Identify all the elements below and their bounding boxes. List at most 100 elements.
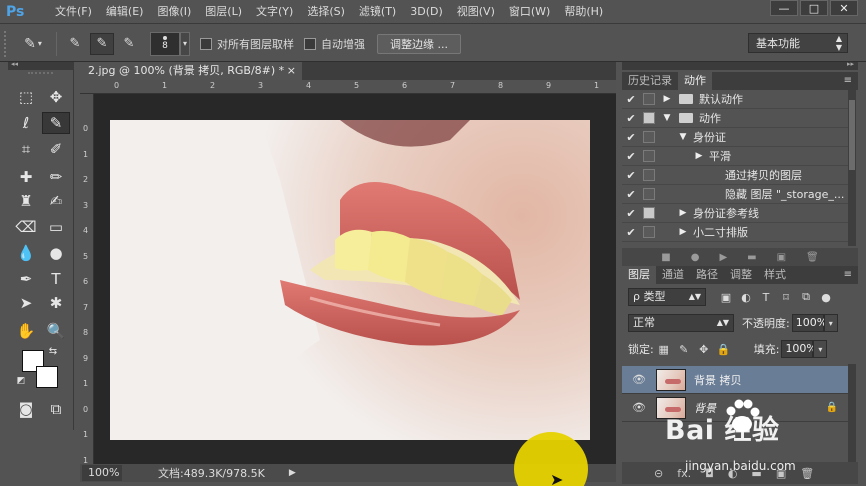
gradient-tool-icon[interactable]: ▭	[42, 216, 70, 238]
move-tool-icon[interactable]: ✥	[42, 86, 70, 108]
new-set-icon[interactable]: ▬	[747, 252, 756, 263]
dialog-toggle-box[interactable]	[643, 188, 655, 200]
panel-collapse-bar[interactable]: ▸▸	[622, 60, 858, 70]
zoom-field[interactable]: 100%	[82, 465, 122, 481]
lock-position-icon[interactable]: ✥	[694, 340, 714, 358]
new-selection-button[interactable]: ✎	[63, 33, 87, 55]
hand-tool-icon[interactable]: ✋	[12, 320, 40, 342]
clone-stamp-tool-icon[interactable]: ♜	[12, 190, 40, 212]
lock-all-icon[interactable]: 🔒	[714, 340, 734, 358]
play-icon[interactable]: ▶	[719, 252, 727, 263]
visibility-eye-icon[interactable]: 👁	[628, 373, 650, 386]
brush-size-picker[interactable]: 8	[150, 31, 180, 56]
dialog-toggle-box[interactable]	[643, 226, 655, 238]
menu-item[interactable]: 视图(V)	[450, 0, 502, 24]
tab-adjustments[interactable]: 调整	[724, 266, 758, 284]
tab-layers[interactable]: 图层	[622, 266, 656, 284]
expand-triangle-right-icon[interactable]: ▶	[693, 151, 705, 161]
menu-item[interactable]: 图像(I)	[150, 0, 198, 24]
blur-tool-icon[interactable]: 💧	[12, 242, 40, 264]
sample-all-layers-option[interactable]: 对所有图层取样	[200, 36, 294, 52]
add-selection-button[interactable]: ✎	[90, 32, 114, 55]
maximize-button[interactable]: □	[800, 0, 828, 16]
lock-image-icon[interactable]: ✎	[674, 340, 694, 358]
type-tool-icon[interactable]: T	[42, 268, 70, 290]
filter-toggle-icon[interactable]: ●	[816, 288, 836, 306]
layer-row[interactable]: 👁 背景 拷贝	[622, 366, 848, 394]
shape-tool-icon[interactable]: ✱	[42, 292, 70, 314]
action-item[interactable]: ✔ ▶ 平滑	[622, 147, 848, 166]
filter-adjustment-icon[interactable]: ◐	[736, 288, 756, 306]
checkmark-icon[interactable]: ✔	[622, 207, 640, 220]
minimize-button[interactable]: —	[770, 0, 798, 16]
filter-shape-icon[interactable]: ⌑	[776, 288, 796, 306]
action-item[interactable]: ✔ ▶ 默认动作	[622, 90, 848, 109]
tab-history[interactable]: 历史记录	[622, 72, 678, 90]
layers-panel-menu-icon[interactable]: ≡	[844, 266, 852, 284]
opacity-slider-toggle[interactable]: ▾	[823, 314, 838, 332]
history-brush-tool-icon[interactable]: ✍	[42, 190, 70, 212]
checkmark-icon[interactable]: ✔	[622, 112, 640, 125]
link-layers-icon[interactable]: ⊝	[654, 467, 663, 480]
dialog-toggle-box[interactable]	[643, 150, 655, 162]
expand-triangle-down-icon[interactable]: ▼	[661, 113, 673, 123]
menu-item[interactable]: 选择(S)	[300, 0, 352, 24]
lock-transparent-icon[interactable]: ▦	[654, 340, 674, 358]
brush-tool-icon[interactable]: ✏	[42, 166, 70, 188]
quick-selection-tool-icon[interactable]: ✎	[42, 112, 70, 134]
sample-all-layers-checkbox[interactable]	[200, 37, 212, 50]
brush-size-dropdown[interactable]: ▾	[180, 31, 190, 56]
checkmark-icon[interactable]: ✔	[622, 131, 640, 144]
blend-mode-select[interactable]: 正常 ▲▼	[628, 314, 734, 332]
tab-styles[interactable]: 样式	[758, 266, 792, 284]
opacity-field[interactable]: 100%	[791, 314, 827, 332]
filter-type-icon[interactable]: T	[756, 288, 776, 306]
filter-pixel-icon[interactable]: ▣	[716, 288, 736, 306]
visibility-eye-icon[interactable]: 👁	[628, 401, 650, 414]
menu-item[interactable]: 文件(F)	[48, 0, 99, 24]
dodge-tool-icon[interactable]: ●	[42, 242, 70, 264]
new-action-icon[interactable]: ▣	[777, 252, 786, 263]
expand-triangle-right-icon[interactable]: ▶	[661, 94, 673, 104]
stop-icon[interactable]: ■	[661, 252, 670, 263]
checkmark-icon[interactable]: ✔	[622, 188, 640, 201]
marquee-tool-icon[interactable]: ⬚	[12, 86, 40, 108]
tab-paths[interactable]: 路径	[690, 266, 724, 284]
action-item[interactable]: ✔ 隐藏 图层 "_storage_...	[622, 185, 848, 204]
menu-item[interactable]: 图层(L)	[198, 0, 249, 24]
dialog-toggle-box[interactable]	[643, 207, 655, 219]
actions-scroll-thumb[interactable]	[849, 100, 855, 170]
fill-slider-toggle[interactable]: ▾	[813, 340, 828, 358]
options-grip[interactable]	[4, 30, 12, 57]
toolbox-grip[interactable]	[28, 72, 53, 80]
layer-name[interactable]: 背景 拷贝	[694, 372, 742, 388]
filter-smart-object-icon[interactable]: ⧉	[796, 288, 816, 306]
dialog-toggle-box[interactable]	[643, 169, 655, 181]
menu-item[interactable]: 窗口(W)	[502, 0, 557, 24]
menu-item[interactable]: 编辑(E)	[99, 0, 151, 24]
tab-channels[interactable]: 通道	[656, 266, 690, 284]
checkmark-icon[interactable]: ✔	[622, 93, 640, 106]
background-color-swatch[interactable]	[36, 366, 58, 388]
auto-enhance-option[interactable]: 自动增强	[304, 36, 365, 52]
action-item[interactable]: ✔ ▼ 身份证	[622, 128, 848, 147]
dialog-toggle-box[interactable]	[643, 131, 655, 143]
fill-field[interactable]: 100%	[781, 340, 817, 358]
menu-item[interactable]: 滤镜(T)	[352, 0, 403, 24]
action-item[interactable]: ✔ ▼ 动作	[622, 109, 848, 128]
status-menu-arrow-icon[interactable]: ▶	[289, 468, 296, 478]
ruler-top[interactable]: 0 1 2 3 4 5 6 7 8 9 1	[80, 80, 616, 94]
menu-item[interactable]: 3D(D)	[403, 0, 450, 24]
record-icon[interactable]: ●	[691, 252, 700, 263]
action-item[interactable]: ✔ ▶ 小二寸排版	[622, 223, 848, 242]
dialog-toggle-box[interactable]	[643, 93, 655, 105]
toolbox-collapse-bar[interactable]: ◂◂	[8, 60, 74, 70]
zoom-tool-icon[interactable]: 🔍	[42, 320, 70, 342]
document-size[interactable]: 文档:489.3K/978.5K	[158, 465, 265, 481]
lasso-tool-icon[interactable]: ℓ	[12, 112, 40, 134]
crop-tool-icon[interactable]: ⌗	[12, 138, 40, 160]
expand-triangle-right-icon[interactable]: ▶	[677, 227, 689, 237]
tab-actions[interactable]: 动作	[678, 72, 712, 90]
checkmark-icon[interactable]: ✔	[622, 150, 640, 163]
screen-mode-icon[interactable]: ⧉	[42, 398, 70, 420]
